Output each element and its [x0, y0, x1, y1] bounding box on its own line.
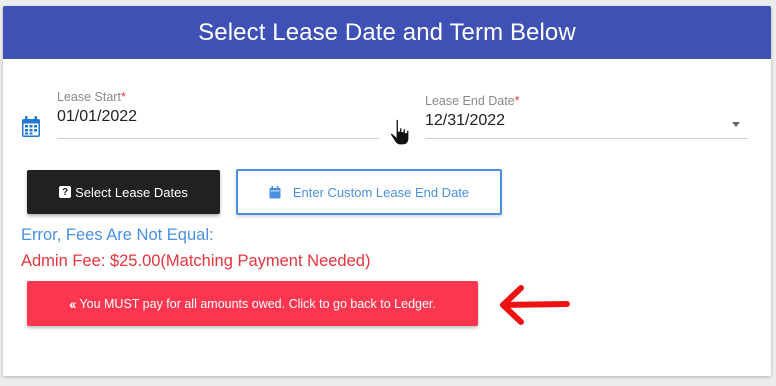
error-title: Error, Fees Are Not Equal:	[21, 226, 214, 244]
lease-start-underline	[57, 138, 379, 139]
admin-fee-error: Admin Fee: $25.00(Matching Payment Neede…	[21, 252, 371, 270]
enter-custom-end-date-button[interactable]: Enter Custom Lease End Date	[236, 169, 502, 215]
card-header: Select Lease Date and Term Below	[3, 6, 771, 59]
enter-custom-end-date-label: Enter Custom Lease End Date	[292, 184, 470, 200]
hand-cursor-icon	[389, 118, 410, 146]
page-title: Select Lease Date and Term Below	[198, 18, 576, 46]
select-lease-dates-label: Select Lease Dates	[75, 184, 188, 200]
calendar-icon	[269, 185, 281, 198]
lease-end-select[interactable]: Lease End Date* 12/31/2022	[425, 94, 748, 139]
back-to-ledger-button[interactable]: ‹‹ You MUST pay for all amounts owed. Cl…	[27, 281, 478, 326]
lease-start-field[interactable]: Lease Start* 01/01/2022	[57, 90, 379, 139]
red-arrow-icon	[500, 285, 570, 325]
lease-end-underline	[425, 138, 748, 139]
select-lease-dates-button[interactable]: ? Select Lease Dates	[27, 170, 220, 214]
lease-start-input[interactable]: 01/01/2022	[57, 108, 137, 126]
double-chevron-left-icon: ‹‹	[69, 295, 76, 312]
dropdown-arrow-icon[interactable]	[732, 122, 740, 127]
lease-start-label: Lease Start*	[57, 90, 126, 104]
lease-end-label: Lease End Date*	[425, 94, 520, 108]
calendar-icon	[22, 116, 40, 137]
back-to-ledger-label: You MUST pay for all amounts owed. Click…	[79, 296, 436, 311]
question-icon: ?	[59, 186, 72, 198]
lease-end-value: 12/31/2022	[425, 112, 506, 129]
